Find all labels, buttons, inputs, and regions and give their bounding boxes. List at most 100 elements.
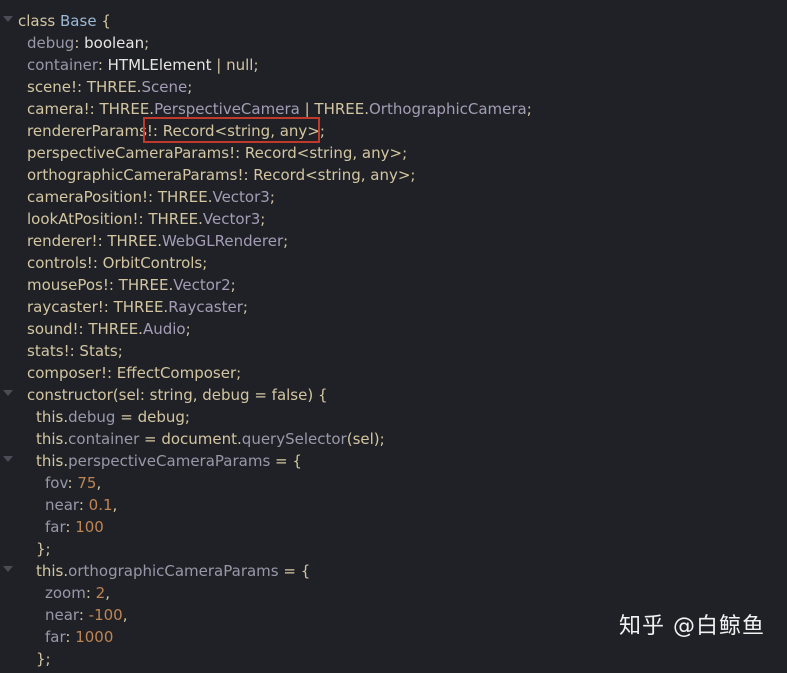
code-token: orthographicCameraParams!: Record<string… <box>27 166 416 184</box>
code-line[interactable]: container: HTMLElement | null; <box>0 54 787 76</box>
code-content[interactable]: class Base {debug: boolean; container: HT… <box>0 0 787 670</box>
code-line[interactable]: sound!: THREE.Audio; <box>0 318 787 340</box>
code-line[interactable]: controls!: OrbitControls; <box>0 252 787 274</box>
code-token: }; <box>36 650 51 668</box>
code-token: this <box>36 562 64 580</box>
code-token: 0.1 <box>88 496 113 514</box>
code-token: composer!: EffectComposer; <box>27 364 242 382</box>
code-token: container <box>68 430 140 448</box>
code-token: ; <box>144 34 150 52</box>
code-line[interactable]: mousePos!: THREE.Vector2; <box>0 274 787 296</box>
code-token: | <box>211 56 227 74</box>
code-token: : <box>74 34 85 52</box>
code-line[interactable]: }; <box>0 648 787 670</box>
code-token: , <box>122 606 128 624</box>
code-token: fov <box>45 474 68 492</box>
code-token: this <box>36 452 64 470</box>
code-token: debug <box>68 408 116 426</box>
code-line[interactable]: this.perspectiveCameraParams = { <box>0 450 787 472</box>
code-token: : <box>78 606 89 624</box>
code-line[interactable]: fov: 75, <box>0 472 787 494</box>
code-token: 100 <box>75 518 104 536</box>
code-token: boolean <box>84 34 145 52</box>
code-token: container <box>27 56 98 74</box>
code-editor[interactable]: class Base {debug: boolean; container: HT… <box>0 0 787 673</box>
code-token: near <box>45 496 79 514</box>
code-token: Base <box>60 12 97 30</box>
code-token: zoom <box>45 584 86 602</box>
code-token: Vector3 <box>202 210 261 228</box>
code-line[interactable]: renderer!: THREE.WebGLRenderer; <box>0 230 787 252</box>
code-token: null <box>226 56 254 74</box>
code-token: | THREE. <box>299 100 369 118</box>
code-token: rendererParams!: Record<string, any>; <box>27 122 325 140</box>
code-token: sound!: THREE. <box>27 320 143 338</box>
code-token: , <box>105 584 110 602</box>
code-token: ; <box>242 298 248 316</box>
code-token: ; <box>269 188 275 206</box>
code-line[interactable]: this.orthographicCameraParams = { <box>0 560 787 582</box>
code-token: ; <box>253 56 259 74</box>
code-token: Audio <box>142 320 186 338</box>
code-line[interactable]: class Base { <box>0 10 787 32</box>
code-line[interactable]: perspectiveCameraParams!: Record<string,… <box>0 142 787 164</box>
code-token: orthographicCameraParams <box>68 562 279 580</box>
code-token: ; <box>260 210 266 228</box>
code-token: ; <box>185 320 191 338</box>
watermark-text: 知乎 @白鲸鱼 <box>619 614 765 639</box>
code-token: 1000 <box>75 628 114 646</box>
code-line[interactable]: orthographicCameraParams!: Record<string… <box>0 164 787 186</box>
code-token: near <box>45 606 79 624</box>
code-line[interactable]: near: 0.1, <box>0 494 787 516</box>
code-token: this <box>36 408 64 426</box>
code-line[interactable]: debug: boolean; <box>0 32 787 54</box>
code-token: Raycaster <box>168 298 243 316</box>
code-token: perspectiveCameraParams!: Record<string,… <box>27 144 408 162</box>
code-token: = { <box>278 562 311 580</box>
code-line[interactable]: this.debug = debug; <box>0 406 787 428</box>
code-token: mousePos!: THREE. <box>27 276 174 294</box>
code-line[interactable]: far: 100 <box>0 516 787 538</box>
code-line[interactable]: raycaster!: THREE.Raycaster; <box>0 296 787 318</box>
code-token: lookAtPosition!: THREE. <box>27 210 203 228</box>
code-token: perspectiveCameraParams <box>68 452 271 470</box>
code-token: class <box>18 12 61 30</box>
code-line[interactable]: cameraPosition!: THREE.Vector3; <box>0 186 787 208</box>
code-token: : <box>67 474 78 492</box>
code-line[interactable]: camera!: THREE.PerspectiveCamera | THREE… <box>0 98 787 120</box>
code-token: : <box>85 584 96 602</box>
code-token: Vector2 <box>173 276 231 294</box>
code-line[interactable]: constructor(sel: string, debug = false) … <box>0 384 787 406</box>
code-token: stats!: Stats; <box>27 342 123 360</box>
code-line[interactable]: }; <box>0 538 787 560</box>
code-token: ; <box>283 232 289 250</box>
code-line[interactable]: zoom: 2, <box>0 582 787 604</box>
code-token: = document. <box>139 430 242 448</box>
code-line[interactable]: scene!: THREE.Scene; <box>0 76 787 98</box>
code-line[interactable]: this.container = document.querySelector(… <box>0 428 787 450</box>
code-line[interactable]: composer!: EffectComposer; <box>0 362 787 384</box>
code-token: cameraPosition!: THREE. <box>27 188 213 206</box>
code-token: = debug; <box>115 408 190 426</box>
code-token: 75 <box>77 474 97 492</box>
code-token: controls!: OrbitControls; <box>27 254 208 272</box>
code-line[interactable]: stats!: Stats; <box>0 340 787 362</box>
code-token: ; <box>187 78 193 96</box>
code-token: scene!: THREE. <box>27 78 142 96</box>
code-token: OrthographicCamera <box>369 100 527 118</box>
code-token: PerspectiveCamera <box>154 100 300 118</box>
code-line[interactable]: lookAtPosition!: THREE.Vector3; <box>0 208 787 230</box>
code-token: querySelector <box>241 430 347 448</box>
code-token: 2 <box>95 584 106 602</box>
code-token: { <box>96 12 111 30</box>
code-token: : <box>97 56 108 74</box>
code-token: Vector3 <box>212 188 270 206</box>
code-token: : <box>78 496 89 514</box>
code-token: , <box>96 474 102 492</box>
code-token: ; <box>230 276 236 294</box>
code-token: debug <box>27 34 75 52</box>
code-token: ; <box>526 100 532 118</box>
code-token: Scene <box>141 78 188 96</box>
code-token: far <box>45 628 66 646</box>
code-line[interactable]: rendererParams!: Record<string, any>; <box>0 120 787 142</box>
